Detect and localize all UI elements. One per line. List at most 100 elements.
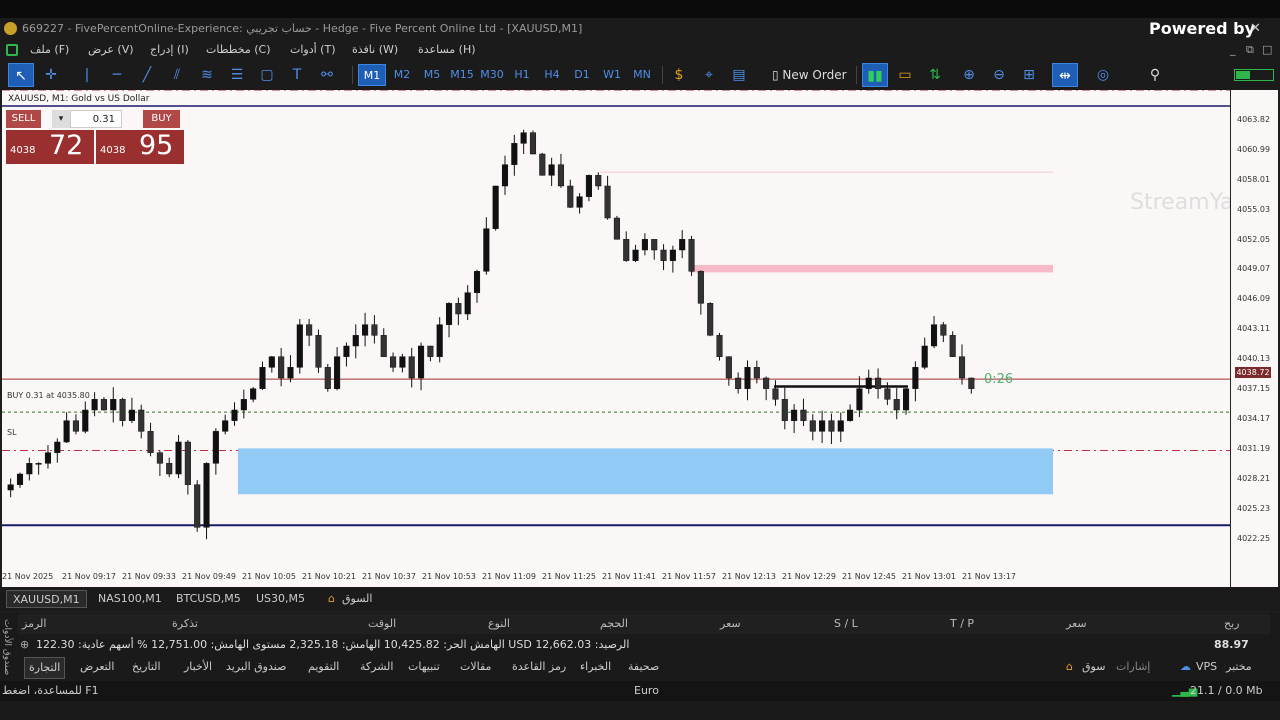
chart-tab-xauusd[interactable]: XAUUSD,M1 xyxy=(6,590,87,608)
menu-charts[interactable]: مخططات (C) xyxy=(206,40,271,60)
tab-company[interactable]: الشركة xyxy=(360,657,393,677)
candle-body xyxy=(306,324,313,336)
lot-input[interactable]: 0.31 xyxy=(70,110,122,128)
tf-m15[interactable]: M15 xyxy=(448,64,476,86)
folder-icon[interactable]: ▭ xyxy=(892,63,918,87)
chart-tab-market[interactable]: السوق xyxy=(336,590,378,608)
cursor-icon[interactable]: ↖ xyxy=(8,63,34,87)
rectangle-icon[interactable]: ▢ xyxy=(254,63,280,87)
sell-price-box[interactable]: 4038 72 xyxy=(6,130,94,164)
shapes-icon[interactable]: ⚯ xyxy=(314,63,340,87)
tab-vps[interactable]: VPS xyxy=(1196,657,1217,677)
tf-d1[interactable]: D1 xyxy=(568,64,596,86)
search-icon[interactable]: ⚲ xyxy=(1142,63,1168,87)
trade-table-header: الرمز تذكرة الوقت النوع الحجم سعر S / L … xyxy=(18,614,1270,634)
chart-area[interactable]: XAUUSD, M1: Gold vs US Dollar SELL ▾ 0.3… xyxy=(2,90,1278,587)
tab-exposure[interactable]: التعرض xyxy=(80,657,114,677)
time-label: 21 Nov 09:33 xyxy=(122,572,176,581)
col-volume[interactable]: الحجم xyxy=(600,614,628,634)
candles-icon[interactable]: ▮▮ xyxy=(862,63,888,87)
chart-tabs: XAUUSD,M1 NAS100,M1 BTCUSD,M5 US30,M5 ⌂ … xyxy=(0,587,1280,611)
tile-icon[interactable]: ⊞ xyxy=(1016,63,1042,87)
indicators-icon[interactable]: ▤ xyxy=(726,63,752,87)
screenshot-icon[interactable]: ◎ xyxy=(1090,63,1116,87)
tab-trade[interactable]: التجارة xyxy=(24,657,66,679)
chart-tab-nas100[interactable]: NAS100,M1 xyxy=(92,590,168,608)
col-symbol[interactable]: الرمز xyxy=(22,614,46,634)
tf-m5[interactable]: M5 xyxy=(418,64,446,86)
candle-body xyxy=(893,399,900,411)
tab-articles[interactable]: مقالات xyxy=(460,657,491,677)
menu-view[interactable]: عرض (V) xyxy=(88,40,134,60)
price-chart[interactable] xyxy=(2,90,1230,587)
candle-body xyxy=(259,367,266,389)
tab-market[interactable]: سوق xyxy=(1082,657,1105,677)
trendline-icon[interactable]: ╱ xyxy=(134,63,160,87)
buy-price-box[interactable]: 4038 95 xyxy=(96,130,184,164)
candle-body xyxy=(455,303,462,315)
zoom-out-icon[interactable]: ⊖ xyxy=(986,63,1012,87)
tf-w1[interactable]: W1 xyxy=(598,64,626,86)
sell-button[interactable]: SELL xyxy=(6,110,41,128)
autoscroll-icon[interactable]: ⇹ xyxy=(1052,63,1078,87)
dollar-icon[interactable]: $ xyxy=(666,63,692,87)
col-profit[interactable]: ربح xyxy=(1224,614,1239,634)
new-order-button[interactable]: ▯ New Order xyxy=(772,64,847,86)
candle-body xyxy=(641,239,648,251)
lot-dropdown-icon[interactable]: ▾ xyxy=(52,110,70,128)
grid-icon[interactable] xyxy=(6,44,18,56)
tf-mn[interactable]: MN xyxy=(628,64,656,86)
tab-history[interactable]: التاريخ xyxy=(132,657,161,677)
fibonacci-icon[interactable]: ≋ xyxy=(194,63,220,87)
restore-icon[interactable]: ⧉ xyxy=(1246,40,1254,60)
tab-mailbox[interactable]: صندوق البريد xyxy=(226,657,286,677)
col-price-2[interactable]: سعر xyxy=(1066,614,1087,634)
col-time[interactable]: الوقت xyxy=(368,614,396,634)
tab-journal[interactable]: صحيفة xyxy=(628,657,659,677)
signals-icon[interactable]: ⌖ xyxy=(696,63,722,87)
tab-news[interactable]: الأخبار xyxy=(184,657,212,677)
menu-tools[interactable]: أدوات (T) xyxy=(290,40,336,60)
one-click-trading: SELL ▾ 0.31 BUY 4038 72 4038 95 xyxy=(6,110,184,164)
col-tp[interactable]: T / P xyxy=(950,614,974,634)
chart-tab-btcusd[interactable]: BTCUSD,M5 xyxy=(170,590,247,608)
tf-m1[interactable]: M1 xyxy=(358,64,386,86)
col-type[interactable]: النوع xyxy=(488,614,510,634)
vertical-line-icon[interactable]: | xyxy=(74,63,100,87)
zoom-in-icon[interactable]: ⊕ xyxy=(956,63,982,87)
price-label: 4063.82 xyxy=(1237,115,1271,124)
tf-h4[interactable]: H4 xyxy=(538,64,566,86)
close-icon[interactable]: ✕ xyxy=(1250,18,1261,40)
balance-row[interactable]: ⊕ الرصيد: 12,662.03 USD الهامش الحر: 10,… xyxy=(18,635,1270,655)
tab-calendar[interactable]: التقويم xyxy=(308,657,339,677)
candle-body xyxy=(725,356,732,379)
tab-signals[interactable]: إشارات xyxy=(1116,657,1150,677)
col-ticket[interactable]: تذكرة xyxy=(172,614,198,634)
col-price[interactable]: سعر xyxy=(720,614,741,634)
chart-tab-us30[interactable]: US30,M5 xyxy=(250,590,311,608)
candle-body xyxy=(735,377,742,389)
total-profit: 88.97 xyxy=(1214,638,1249,651)
buy-button[interactable]: BUY xyxy=(143,110,180,128)
tab-experts[interactable]: الخبراء xyxy=(580,657,611,677)
lines-icon[interactable]: ☰ xyxy=(224,63,250,87)
menu-window[interactable]: نافذة (W) xyxy=(352,40,398,60)
tab-tester[interactable]: مختبر xyxy=(1226,657,1252,677)
menu-insert[interactable]: إدراج (I) xyxy=(150,40,189,60)
trade-arrows-icon[interactable]: ⇅ xyxy=(922,63,948,87)
col-sl[interactable]: S / L xyxy=(834,614,858,634)
tf-m2[interactable]: M2 xyxy=(388,64,416,86)
crosshair-icon[interactable]: ✛ xyxy=(38,63,64,87)
tf-h1[interactable]: H1 xyxy=(508,64,536,86)
tab-code-base[interactable]: رمز القاعدة xyxy=(512,657,566,677)
maximize-icon[interactable]: □ xyxy=(1262,40,1272,60)
minimize-icon[interactable]: _ xyxy=(1230,40,1236,60)
text-icon[interactable]: T xyxy=(284,63,310,87)
channel-icon[interactable]: ⫽ xyxy=(164,63,190,87)
tf-m30[interactable]: M30 xyxy=(478,64,506,86)
menu-help[interactable]: مساعدة (H) xyxy=(418,40,476,60)
menu-file[interactable]: ملف (F) xyxy=(30,40,69,60)
horizontal-line-icon[interactable]: ─ xyxy=(104,63,130,87)
tab-alerts[interactable]: تنبيهات xyxy=(408,657,440,677)
candle-body xyxy=(501,164,509,187)
